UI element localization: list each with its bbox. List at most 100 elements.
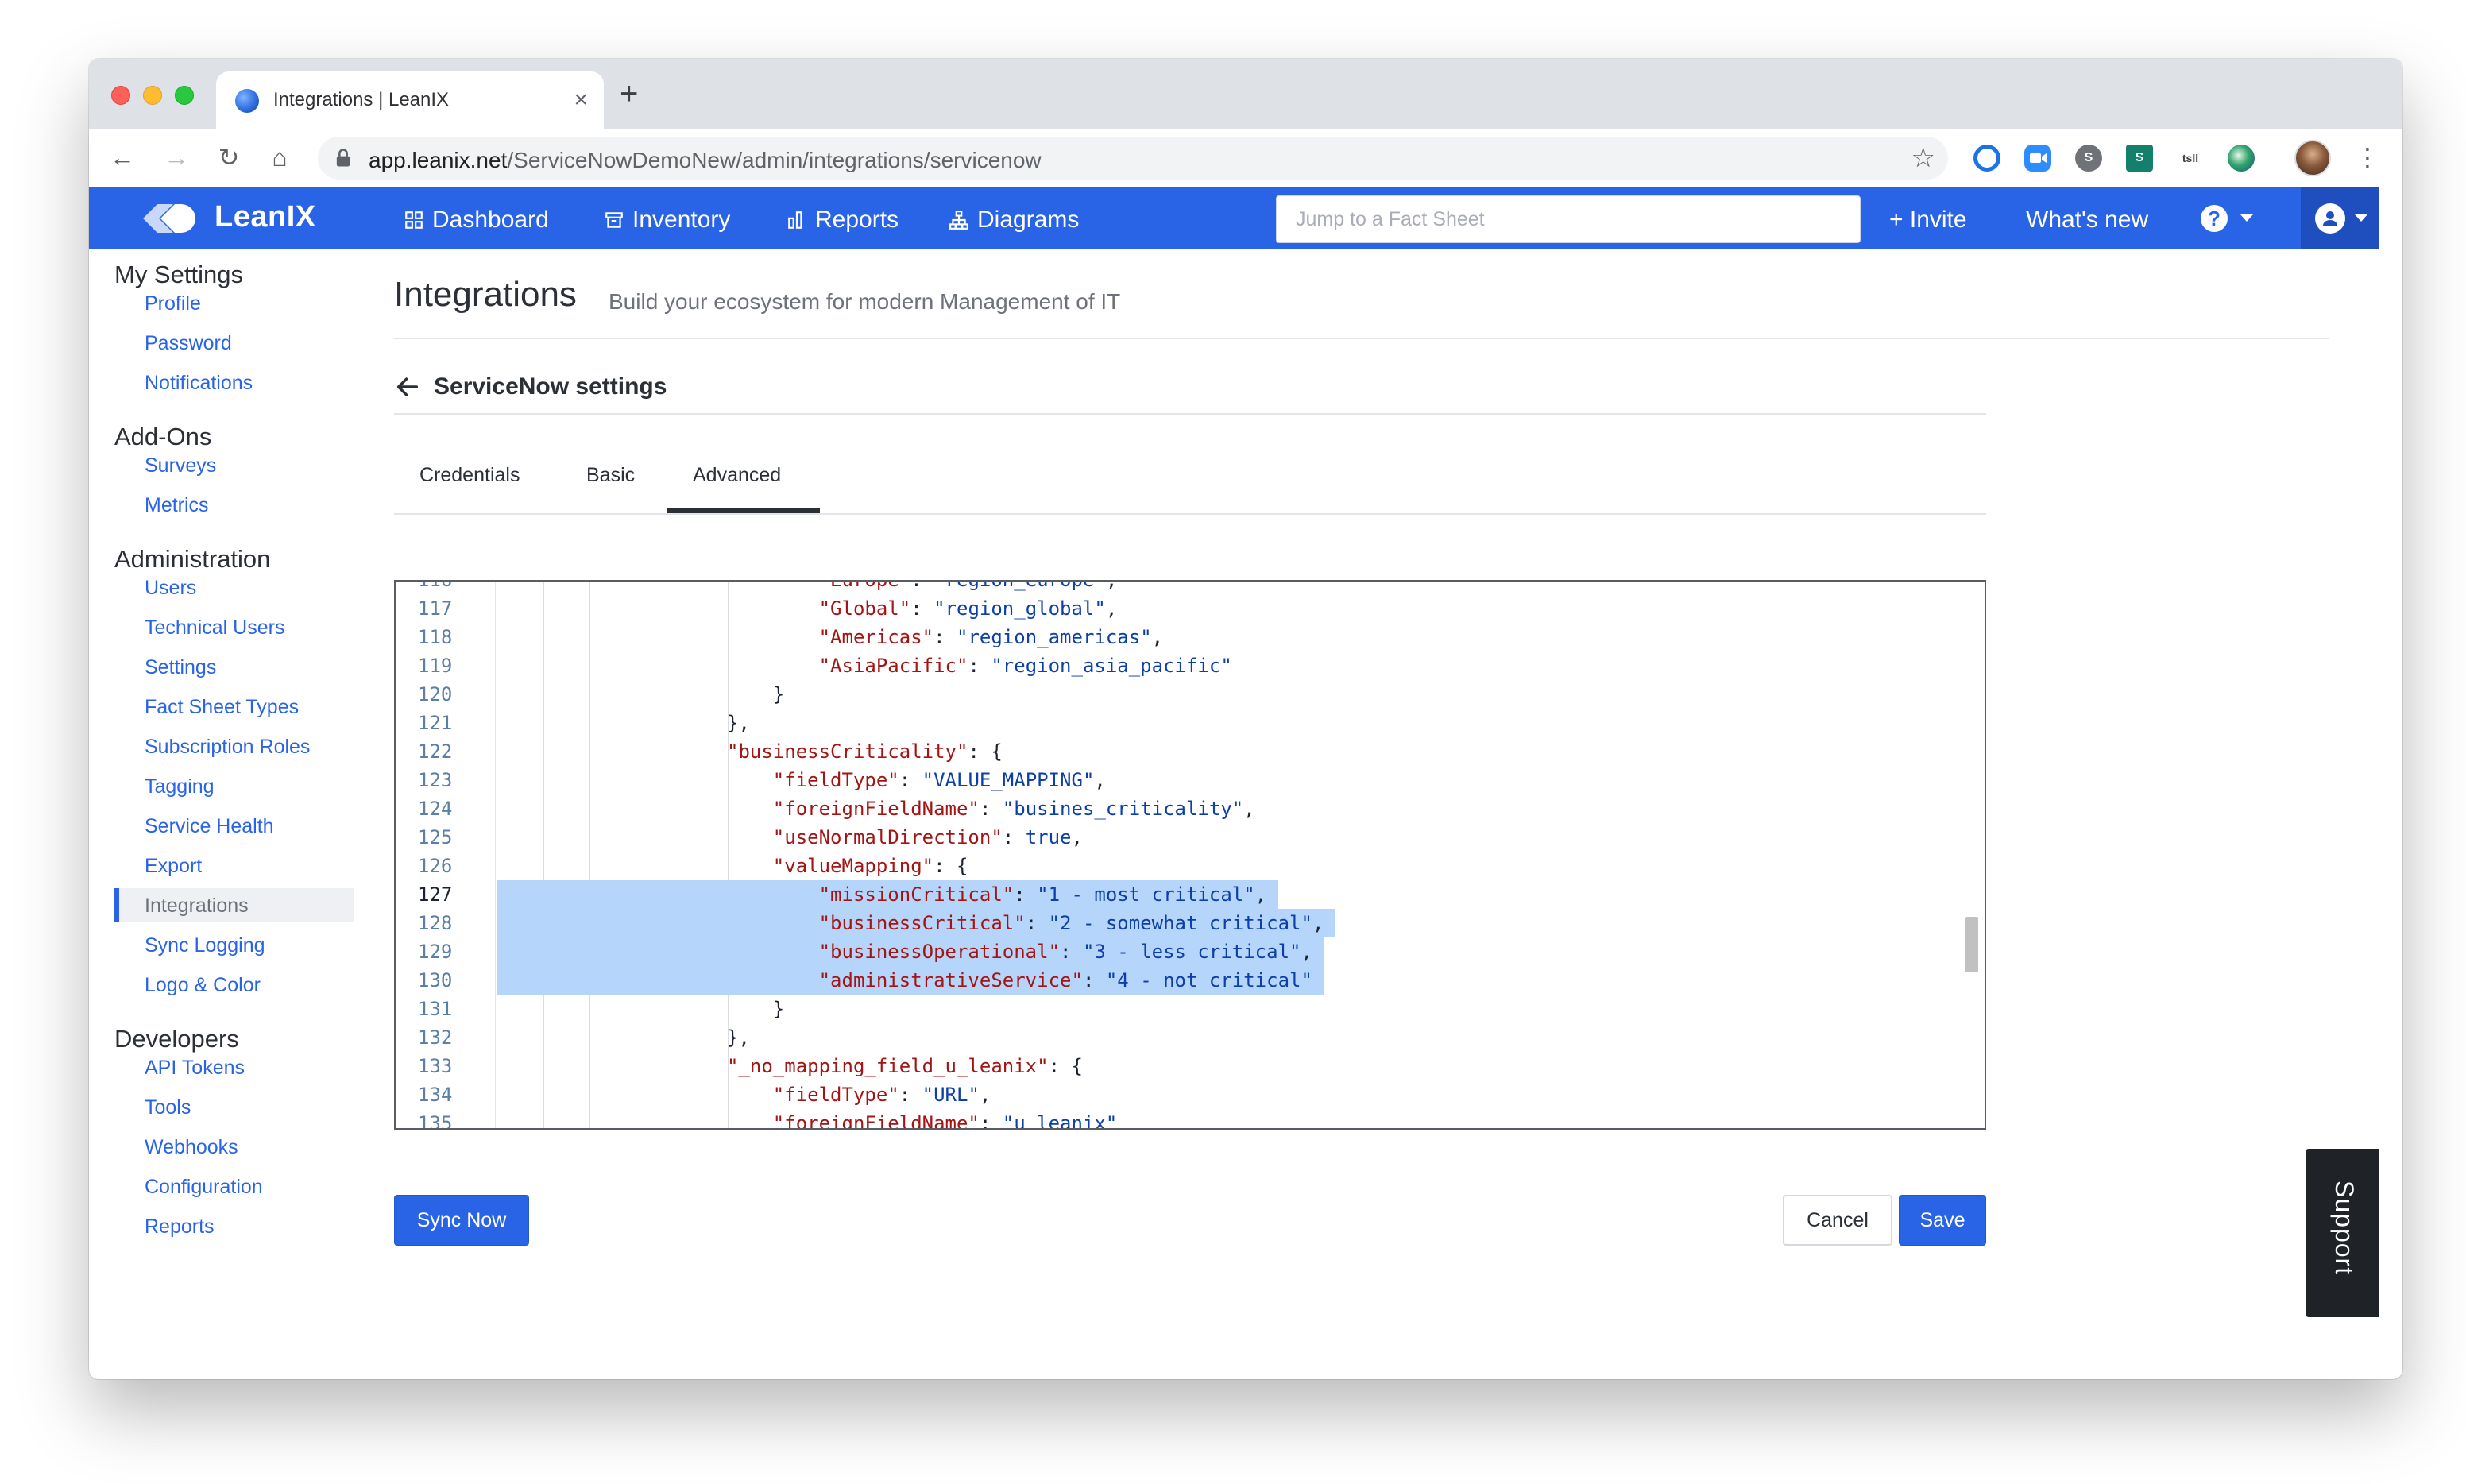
jump-to-fact-sheet-input[interactable] xyxy=(1276,195,1861,243)
sidebar-item-tagging[interactable]: Tagging xyxy=(145,775,215,798)
code-line[interactable]: 122 "businessCriticality": { xyxy=(396,737,1985,766)
sidebar-item-configuration[interactable]: Configuration xyxy=(145,1176,263,1199)
title-divider xyxy=(394,338,2329,339)
nav-inventory[interactable]: Inventory xyxy=(604,207,730,234)
code-text: "Americas": "region_americas", xyxy=(819,623,1164,651)
support-tab[interactable]: Support xyxy=(2306,1149,2379,1317)
sidebar-item-webhooks[interactable]: Webhooks xyxy=(145,1136,238,1159)
sidebar-item-logo-color[interactable]: Logo & Color xyxy=(145,974,261,997)
code-line[interactable]: 118 "Americas": "region_americas", xyxy=(396,623,1985,651)
user-avatar-icon xyxy=(2315,203,2345,234)
sidebar-item-api-tokens[interactable]: API Tokens xyxy=(145,1057,245,1080)
invite-button[interactable]: + Invite xyxy=(1889,207,1967,234)
sidebar-item-profile[interactable]: Profile xyxy=(145,292,201,315)
sidebar-item-notifications[interactable]: Notifications xyxy=(145,372,253,395)
json-key-token: "businessCriticality" xyxy=(727,740,968,763)
browser-tab-integrations[interactable]: Integrations | LeanIX × xyxy=(216,71,604,129)
skype-extension-icon[interactable]: S xyxy=(2075,145,2102,172)
sidebar-item-sync-logging[interactable]: Sync Logging xyxy=(145,934,265,957)
whats-new-link[interactable]: What's new xyxy=(2026,207,2148,234)
line-number: 129 xyxy=(418,941,453,963)
save-button[interactable]: Save xyxy=(1899,1195,1986,1246)
code-line[interactable]: 120} xyxy=(396,680,1985,709)
close-window-button[interactable] xyxy=(111,86,130,105)
advanced-config-code-editor[interactable]: 116 "Europe": "region_europe", 117 "Global"… xyxy=(394,580,1986,1130)
sidebar-item-surveys[interactable]: Surveys xyxy=(145,454,216,477)
s1-extension-icon[interactable]: S xyxy=(2126,145,2153,172)
code-line[interactable]: 126 "valueMapping": { xyxy=(396,852,1985,880)
code-line[interactable]: 129 "businessOperational": "3 - less crit… xyxy=(396,937,1985,966)
code-line[interactable]: 131} xyxy=(396,995,1985,1023)
code-line[interactable]: 117 "Global": "region_global", xyxy=(396,594,1985,623)
json-punctuation-token: : xyxy=(1025,912,1049,934)
nav-dashboard[interactable]: Dashboard xyxy=(404,207,549,234)
tab-basic[interactable]: Basic xyxy=(586,464,635,487)
sidebar-item-settings[interactable]: Settings xyxy=(145,656,216,679)
code-line[interactable]: 119 "AsiaPacific": "region_asia_pacific" xyxy=(396,651,1985,680)
bookmark-star-icon[interactable]: ☆ xyxy=(1911,143,1935,173)
json-punctuation-token: : { xyxy=(933,855,968,877)
address-bar[interactable]: app.leanix.net/ServiceNowDemoNew/admin/i… xyxy=(318,137,1948,180)
code-text: "businessCritical": "2 - somewhat critic… xyxy=(819,909,1324,937)
sidebar-item-service-health[interactable]: Service Health xyxy=(145,815,274,838)
reload-button[interactable]: ↻ xyxy=(211,140,246,175)
tab-advanced[interactable]: Advanced xyxy=(693,464,781,487)
profile-avatar[interactable] xyxy=(2294,140,2331,176)
json-punctuation-token: : xyxy=(968,655,991,677)
code-line[interactable]: 132}, xyxy=(396,1023,1985,1052)
browser-menu-icon[interactable]: ⋮ xyxy=(2355,141,2380,173)
sync-now-button[interactable]: Sync Now xyxy=(394,1195,529,1246)
lock-icon[interactable] xyxy=(332,147,354,169)
code-line[interactable]: 125 "useNormalDirection": true, xyxy=(396,823,1985,852)
back-arrow-icon[interactable] xyxy=(394,373,421,400)
json-punctuation-token: : xyxy=(899,1084,922,1106)
sidebar-item-fact-sheet-types[interactable]: Fact Sheet Types xyxy=(145,696,299,719)
sidebar-item-export[interactable]: Export xyxy=(145,855,202,878)
leanix-logo-icon[interactable] xyxy=(140,200,197,237)
json-punctuation-token: , xyxy=(1094,769,1106,791)
code-line[interactable]: 133 "_no_mapping_field_u_leanix": { xyxy=(396,1052,1985,1080)
sidebar-item-technical-users[interactable]: Technical Users xyxy=(145,616,284,640)
tab-credentials[interactable]: Credentials xyxy=(419,464,520,487)
code-line[interactable]: 127 "missionCritical": "1 - most critical… xyxy=(396,880,1985,909)
zoom-extension-icon[interactable] xyxy=(2024,145,2051,172)
sidebar-item-reports[interactable]: Reports xyxy=(145,1215,215,1239)
json-string-token: "1 - most critical" xyxy=(1037,883,1255,906)
minimize-window-button[interactable] xyxy=(143,86,162,105)
code-line[interactable]: 123 "fieldType": "VALUE_MAPPING", xyxy=(396,766,1985,794)
code-line[interactable]: 134 "fieldType": "URL", xyxy=(396,1080,1985,1109)
circle-extension-icon[interactable] xyxy=(2228,145,2255,172)
close-tab-icon[interactable]: × xyxy=(574,84,588,116)
user-menu-button[interactable] xyxy=(2301,187,2379,249)
json-key-token: "fieldType" xyxy=(772,1084,899,1106)
nav-diagrams[interactable]: Diagrams xyxy=(949,207,1079,234)
sidebar-item-password[interactable]: Password xyxy=(145,332,232,355)
sidebar-item-tools[interactable]: Tools xyxy=(145,1096,191,1119)
new-tab-button[interactable]: + xyxy=(620,76,638,111)
code-line[interactable]: 116 "Europe": "region_europe", xyxy=(396,582,1985,594)
code-line[interactable]: 124 "foreignFieldName": "busines_critical… xyxy=(396,794,1985,823)
home-button[interactable]: ⌂ xyxy=(262,140,297,175)
json-key-token: "fieldType" xyxy=(772,769,899,791)
chrome-extension-circle-icon[interactable] xyxy=(1973,145,2000,172)
brand-name[interactable]: LeanIX xyxy=(215,200,316,234)
editor-scrollbar-thumb[interactable] xyxy=(1965,917,1978,972)
json-key-token: "Americas" xyxy=(818,626,934,648)
line-number: 125 xyxy=(418,826,453,848)
sidebar-item-subscription-roles[interactable]: Subscription Roles xyxy=(145,736,310,759)
forward-button[interactable]: → xyxy=(159,140,194,175)
zoom-window-button[interactable] xyxy=(175,86,194,105)
code-line[interactable]: 121}, xyxy=(396,709,1985,737)
cancel-button[interactable]: Cancel xyxy=(1783,1195,1892,1246)
code-line[interactable]: 135 "foreignFieldName": "u_leanix" xyxy=(396,1109,1985,1128)
url-text[interactable]: app.leanix.net/ServiceNowDemoNew/admin/i… xyxy=(369,148,1042,173)
text-extension-icon[interactable]: tsll xyxy=(2177,145,2204,172)
help-chevron-down-icon[interactable] xyxy=(2240,214,2253,222)
help-icon[interactable]: ? xyxy=(2201,205,2228,232)
code-line[interactable]: 130 "administrativeService": "4 - not cri… xyxy=(396,966,1985,995)
code-line[interactable]: 128 "businessCritical": "2 - somewhat cri… xyxy=(396,909,1985,937)
nav-reports[interactable]: Reports xyxy=(787,207,899,234)
back-button[interactable]: ← xyxy=(105,140,140,175)
sidebar-item-users[interactable]: Users xyxy=(145,577,196,600)
sidebar-item-metrics[interactable]: Metrics xyxy=(145,494,209,517)
